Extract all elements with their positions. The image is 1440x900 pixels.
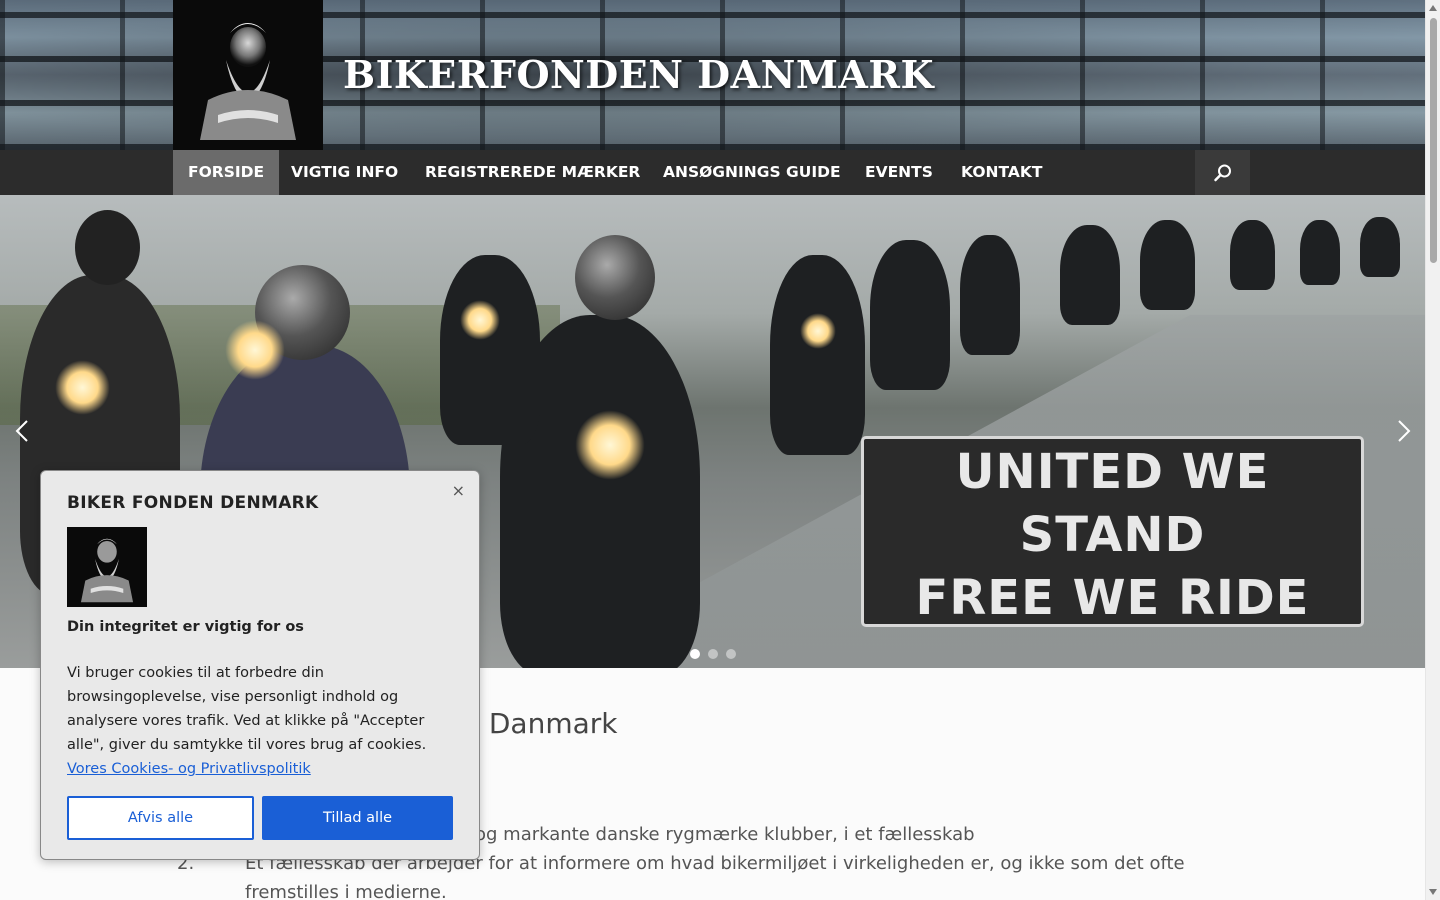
site-logo[interactable]	[173, 0, 323, 150]
nav-item-kontakt[interactable]: KONTAKT	[946, 150, 1057, 195]
slide-image-rider	[1140, 220, 1195, 310]
cookie-dialog-logo	[67, 527, 147, 607]
cookie-dialog-subtitle: Din integritet er vigtig for os	[67, 619, 304, 635]
scroll-up-arrow-icon[interactable]	[1429, 5, 1437, 11]
slider-pagination	[690, 649, 736, 659]
nav-item-registrerede-maerker[interactable]: REGISTREREDE MÆRKER	[410, 150, 655, 195]
nav-item-events[interactable]: EVENTS	[850, 150, 948, 195]
cookie-consent-dialog: × BIKER FONDEN DENMARK Din integritet er…	[40, 470, 480, 860]
slider-dot-3[interactable]	[726, 649, 736, 659]
slide-image-headlight	[225, 320, 285, 380]
close-icon[interactable]: ×	[452, 481, 465, 500]
caption-line: FREE WE RIDE	[915, 570, 1310, 626]
privacy-policy-link[interactable]: Vores Cookies- og Privatlivspolitik	[67, 761, 311, 777]
nav-item-forside[interactable]: FORSIDE	[173, 150, 280, 195]
nav-item-ansoegnings-guide[interactable]: ANSØGNINGS GUIDE	[648, 150, 856, 195]
slide-image-rider	[1300, 220, 1340, 285]
cookie-dialog-title: BIKER FONDEN DENMARK	[67, 493, 319, 513]
slide-image-rider	[770, 255, 865, 455]
slide-image-rider	[1060, 225, 1120, 325]
bearded-warrior-logo-icon	[80, 538, 134, 603]
site-title[interactable]: BIKERFONDEN DANMARK	[343, 52, 934, 97]
slider-dot-1[interactable]	[690, 649, 700, 659]
scrollbar-thumb[interactable]	[1430, 18, 1437, 263]
slide-image-rider	[870, 240, 950, 390]
cookie-dialog-actions: Afvis alle Tillad alle	[67, 796, 453, 840]
cookie-dialog-text: Vi bruger cookies til at forbedre din br…	[67, 665, 427, 753]
accept-all-button[interactable]: Tillad alle	[262, 796, 453, 840]
slide-image-rider	[960, 235, 1020, 355]
cookie-dialog-body: Vi bruger cookies til at forbedre din br…	[67, 661, 453, 781]
search-button[interactable]	[1195, 150, 1250, 195]
slide-image-rider	[1360, 217, 1400, 277]
nav-item-vigtig-info[interactable]: VIGTIG INFO	[276, 150, 413, 195]
slider-dot-2[interactable]	[708, 649, 718, 659]
slide-image-headlight	[575, 410, 645, 480]
caption-line: UNITED WE	[955, 444, 1270, 500]
list-item-text: og markante danske rygmærke klubber, i e…	[475, 824, 975, 845]
slide-image-headlight	[800, 313, 836, 349]
slide-image-helmet	[575, 235, 655, 320]
chevron-right-icon[interactable]	[1392, 419, 1416, 443]
slide-image-rider	[1230, 220, 1275, 290]
slide-image-helmet	[75, 210, 140, 285]
main-navigation: FORSIDE VIGTIG INFO REGISTREREDE MÆRKER …	[0, 150, 1425, 195]
search-icon	[1213, 164, 1231, 181]
slide-image-headlight	[460, 300, 500, 340]
chevron-left-icon[interactable]	[10, 419, 34, 443]
slide-image-headlight	[55, 360, 110, 415]
reject-all-button[interactable]: Afvis alle	[67, 796, 254, 840]
slide-caption: UNITED WE STAND FREE WE RIDE	[861, 436, 1364, 627]
caption-line: STAND	[1019, 507, 1206, 563]
slide-image-rider	[440, 255, 540, 445]
scroll-down-arrow-icon[interactable]	[1429, 889, 1437, 895]
bearded-warrior-logo-icon	[200, 23, 296, 140]
page-scrollbar[interactable]	[1425, 0, 1440, 900]
